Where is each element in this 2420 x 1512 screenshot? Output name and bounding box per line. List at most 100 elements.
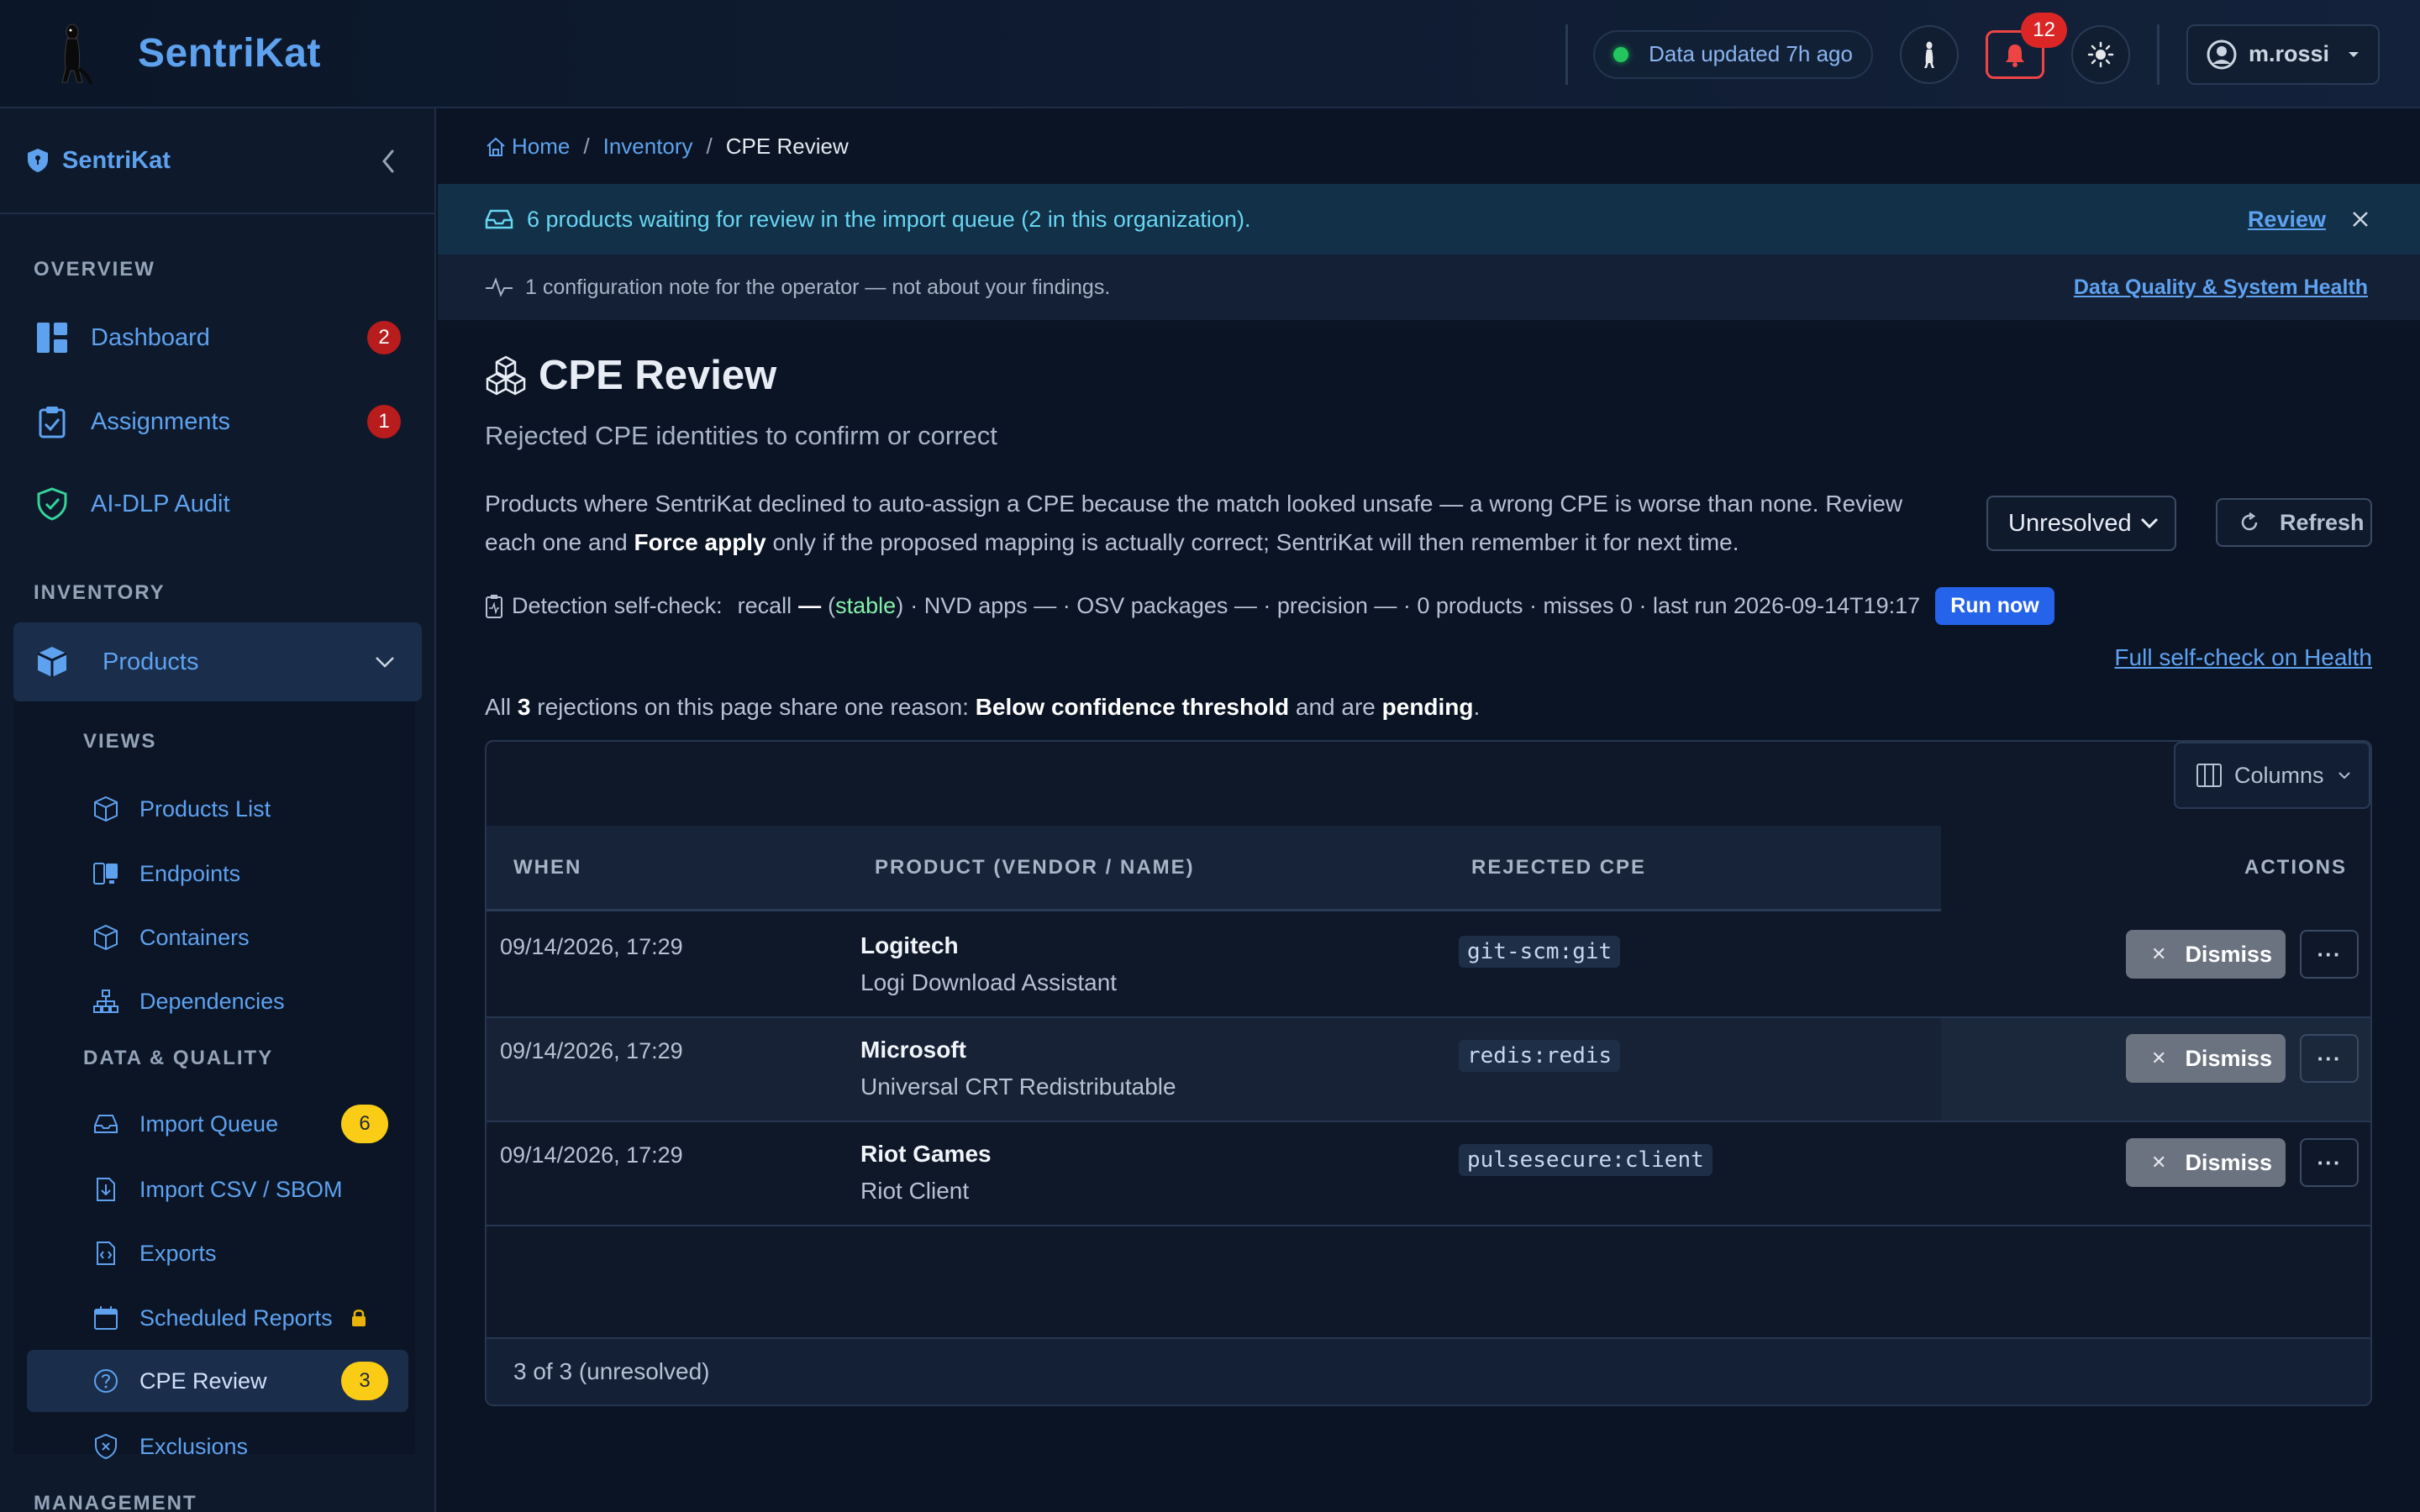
page-heading: CPE Review: [539, 353, 777, 398]
breadcrumb-current: CPE Review: [725, 134, 849, 159]
sidebar-item-import-queue[interactable]: Import Queue 6: [27, 1093, 408, 1155]
sidebar-item-products-list[interactable]: Products List: [27, 778, 408, 840]
sidebar-item-dashboard[interactable]: Dashboard 2: [0, 299, 434, 376]
sidebar-item-label: Import Queue: [139, 1110, 279, 1137]
column-header-rejected-cpe[interactable]: REJECTED CPE: [1471, 856, 1646, 879]
sidebar-item-exclusions[interactable]: Exclusions: [27, 1415, 408, 1478]
refresh-icon: [2241, 512, 2258, 531]
sidebar-item-label: Import CSV / SBOM: [139, 1176, 343, 1202]
brand[interactable]: SentriKat: [47, 20, 321, 87]
sidebar-item-label: Exclusions: [139, 1433, 249, 1459]
column-header-actions: ACTIONS: [2244, 856, 2347, 879]
review-link[interactable]: Review: [2248, 207, 2326, 233]
banner-actions: Review: [2248, 207, 2370, 233]
banner-text: 6 products waiting for review in the imp…: [527, 206, 1251, 232]
sidebar-item-products[interactable]: Products: [13, 622, 422, 701]
user-menu-button[interactable]: m.rossi: [2186, 24, 2380, 85]
sidebar-item-label: CPE Review: [139, 1368, 267, 1394]
x-icon: ✕: [2151, 943, 2167, 964]
summary-reason: Below confidence threshold: [975, 694, 1290, 720]
dismiss-button[interactable]: ✕ Dismiss: [2126, 1138, 2286, 1187]
dashboard-count-badge: 2: [367, 321, 401, 354]
sidebar-item-containers[interactable]: Containers: [27, 906, 408, 969]
dismiss-button[interactable]: ✕ Dismiss: [2126, 930, 2286, 979]
sidebar-item-scheduled-reports[interactable]: Scheduled Reports: [27, 1287, 408, 1349]
more-actions-button[interactable]: ···: [2300, 1138, 2359, 1187]
row-count-text: 3 of 3 (unresolved): [513, 1358, 710, 1384]
section-overview: OVERVIEW: [34, 258, 155, 281]
section-management: MANAGEMENT: [34, 1492, 197, 1512]
sidebar-item-dependencies[interactable]: Dependencies: [27, 970, 408, 1032]
main-content: Home / Inventory / CPE Review 6 products…: [438, 108, 2420, 1512]
sidebar-header: SentriKat: [0, 108, 434, 214]
shield-check-icon: [37, 487, 67, 521]
description-text: only if the proposed mapping is actually…: [765, 529, 1739, 555]
cell-vendor: Microsoft: [860, 1037, 966, 1063]
theme-toggle-button[interactable]: [2070, 24, 2130, 84]
breadcrumb-inventory[interactable]: Inventory: [603, 134, 693, 160]
cell-rejected-cpe: redis:redis: [1459, 1040, 1621, 1072]
assignments-count-badge: 1: [367, 405, 401, 438]
box-outline-icon: [94, 795, 118, 822]
import-queue-count-badge: 6: [341, 1105, 388, 1143]
boxes-icon: [486, 355, 526, 396]
file-import-icon: [97, 1178, 115, 1201]
sidebar-item-ai-dlp-audit[interactable]: AI-DLP Audit: [0, 465, 434, 543]
summary-text: rejections on this page share one reason…: [530, 694, 976, 720]
close-icon[interactable]: [2351, 210, 2370, 228]
sidebar-item-label: Dashboard: [91, 323, 210, 351]
sidebar-item-assignments[interactable]: Assignments 1: [0, 383, 434, 460]
operator-note-bar: 1 configuration note for the operator — …: [438, 255, 2420, 320]
status-filter-value: Unresolved: [2008, 509, 2132, 537]
clipboard-check-icon: [39, 407, 66, 438]
devices-icon: [93, 863, 118, 885]
subsection-views: VIEWS: [83, 730, 157, 753]
summary-text: All: [485, 694, 518, 720]
breadcrumb-home[interactable]: Home: [512, 134, 570, 160]
columns-icon: [2196, 764, 2222, 787]
full-self-check-link[interactable]: Full self-check on Health: [2114, 644, 2372, 671]
cell-when: 09/14/2026, 17:29: [500, 934, 683, 959]
cell-when: 09/14/2026, 17:29: [500, 1038, 683, 1063]
column-header-product[interactable]: PRODUCT (VENDOR / NAME): [875, 856, 1195, 879]
sidebar-item-import-csv[interactable]: Import CSV / SBOM: [27, 1158, 408, 1221]
sidebar-item-endpoints[interactable]: Endpoints: [27, 843, 408, 905]
cell-vendor: Riot Games: [860, 1141, 992, 1167]
sidebar-item-label: Containers: [139, 924, 250, 950]
collapse-sidebar-icon[interactable]: [381, 149, 396, 174]
more-actions-button[interactable]: ···: [2300, 1034, 2359, 1083]
user-name: m.rossi: [2248, 41, 2329, 66]
table-row[interactable]: 09/14/2026, 17:29 Logitech Logi Download…: [487, 914, 2370, 1018]
columns-button[interactable]: Columns: [2174, 742, 2370, 809]
data-status-text: Data updated 7h ago: [1649, 41, 1853, 66]
table-row[interactable]: 09/14/2026, 17:29 Riot Games Riot Client…: [487, 1122, 2370, 1226]
run-now-button[interactable]: Run now: [1935, 587, 2054, 625]
stable-close-paren: ): [896, 593, 904, 618]
table-row[interactable]: 09/14/2026, 17:29 Microsoft Universal CR…: [487, 1018, 2370, 1122]
question-circle-icon: [94, 1369, 118, 1393]
cell-vendor: Logitech: [860, 932, 959, 958]
data-status-pill[interactable]: Data updated 7h ago: [1593, 29, 1873, 79]
status-filter-select[interactable]: Unresolved: [1986, 496, 2176, 551]
self-check-label: Detection self-check:: [512, 593, 723, 618]
sidebar-item-label: Assignments: [91, 407, 231, 435]
operator-note-text: 1 configuration note for the operator — …: [525, 275, 1111, 299]
system-health-link[interactable]: Data Quality & System Health: [2074, 276, 2368, 300]
dismiss-label: Dismiss: [2185, 1045, 2272, 1071]
dismiss-label: Dismiss: [2185, 941, 2272, 967]
sidebar-item-label: AI-DLP Audit: [91, 490, 230, 517]
sidebar-item-cpe-review[interactable]: CPE Review 3: [27, 1350, 408, 1412]
columns-label: Columns: [2234, 762, 2324, 788]
meerkat-button[interactable]: [1899, 24, 1959, 84]
shield-x-icon: [95, 1433, 117, 1460]
column-header-when[interactable]: WHEN: [513, 856, 581, 879]
box-outline-icon: [94, 924, 118, 951]
section-inventory: INVENTORY: [34, 581, 166, 604]
refresh-button[interactable]: Refresh: [2216, 498, 2372, 547]
self-check-metrics: · NVD apps — · OSV packages — · precisio…: [910, 593, 1921, 618]
sidebar-item-exports[interactable]: Exports: [27, 1222, 408, 1284]
notifications-button[interactable]: 12: [1985, 12, 2067, 79]
inbox-icon: [94, 1115, 118, 1133]
more-actions-button[interactable]: ···: [2300, 930, 2359, 979]
dismiss-button[interactable]: ✕ Dismiss: [2126, 1034, 2286, 1083]
